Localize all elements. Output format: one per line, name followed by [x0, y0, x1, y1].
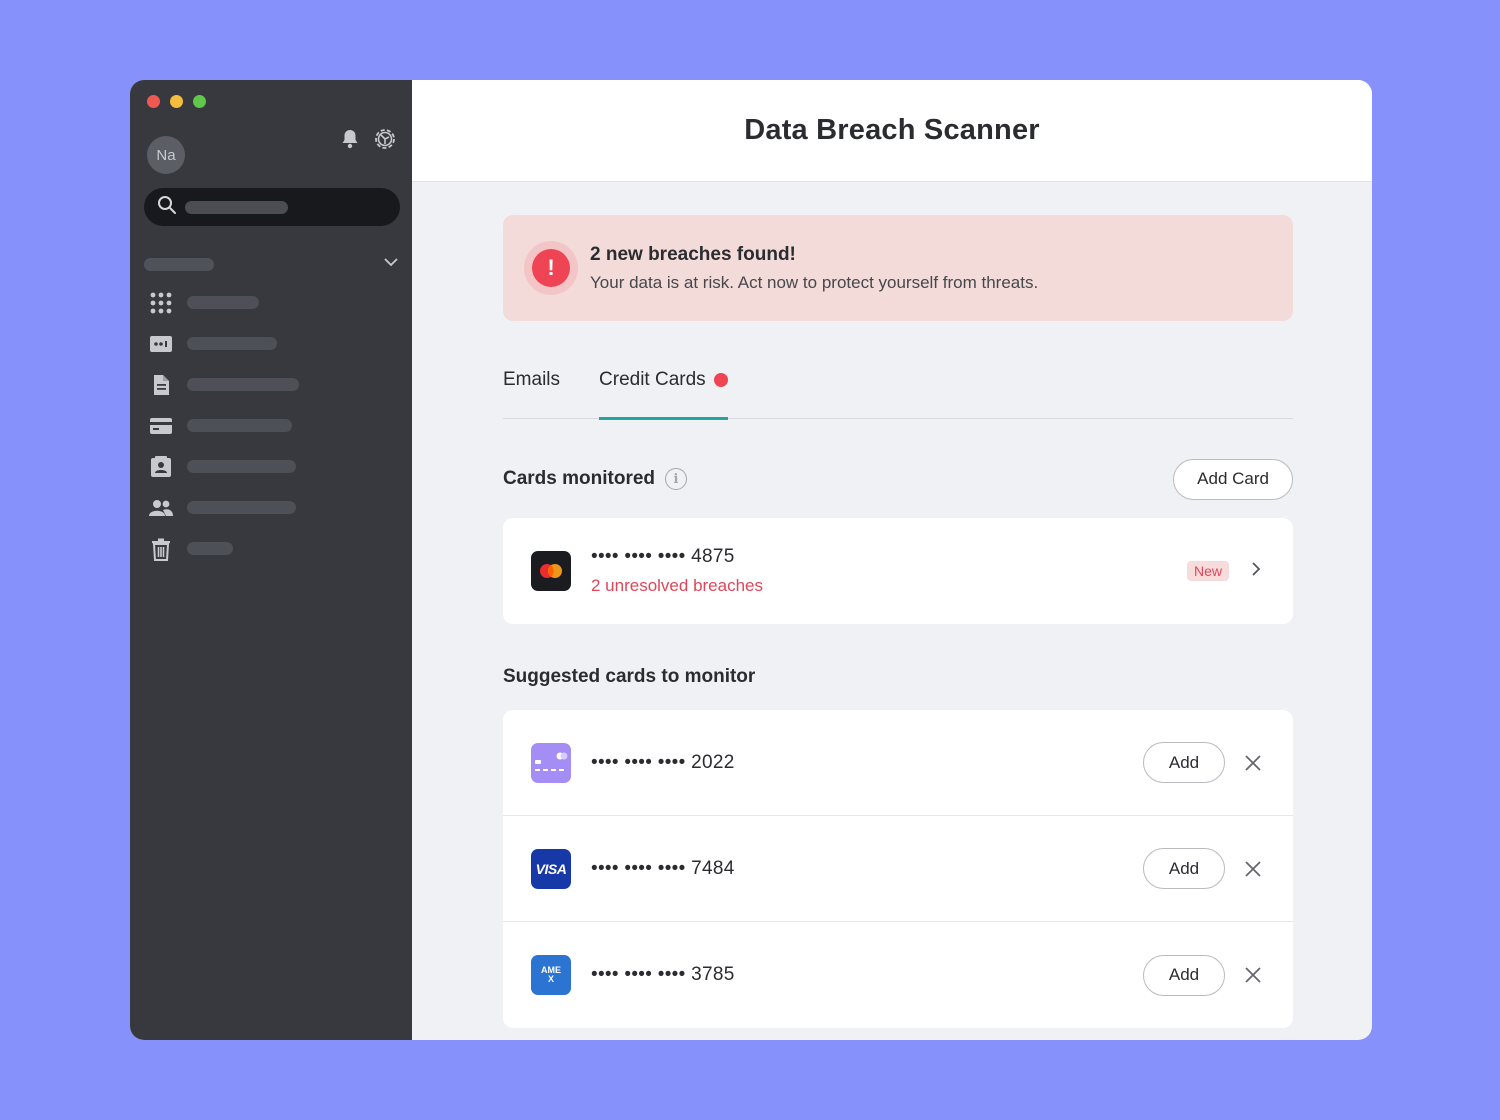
avatar-initials: Na: [156, 146, 176, 164]
sidebar: Na: [130, 80, 412, 1040]
sidebar-item-label-placeholder: [187, 501, 296, 514]
breach-status: 2 unresolved breaches: [591, 576, 764, 595]
sidebar-item-label-placeholder: [187, 419, 292, 432]
generic-card-logo-icon: [531, 742, 571, 783]
card-number: •••• •••• •••• 3785: [591, 964, 735, 985]
mastercard-logo-icon: [531, 551, 571, 591]
id-card-icon: [148, 331, 174, 357]
page-title: Data Breach Scanner: [744, 114, 1040, 146]
chevron-down-icon[interactable]: [382, 253, 400, 276]
search-placeholder-bar: [185, 200, 288, 214]
sidebar-item-label-placeholder: [187, 296, 259, 309]
chevron-right-icon[interactable]: [1249, 560, 1263, 583]
sidebar-item-identities[interactable]: [148, 446, 398, 487]
credit-card-icon: [148, 413, 174, 439]
section-title: Cards monitored i: [503, 468, 688, 490]
sidebar-item-label-placeholder: [187, 542, 233, 555]
sidebar-item-trash[interactable]: [148, 528, 398, 569]
trash-icon: [148, 536, 174, 562]
list-item: •••• •••• •••• 2022 Add: [503, 710, 1293, 816]
sidebar-top-icons: [338, 126, 398, 152]
close-icon[interactable]: [1243, 965, 1263, 985]
sidebar-item-payment-cards[interactable]: [148, 405, 398, 446]
search-input[interactable]: [144, 188, 400, 226]
app-window: Na Data Breach Scanner ! 2 new breaches …: [130, 80, 1372, 1040]
sidebar-item-label-placeholder: [187, 337, 277, 350]
cards-monitored-title: Cards monitored: [503, 468, 656, 489]
add-card-button[interactable]: Add Card: [1173, 458, 1293, 500]
alert-title: 2 new breaches found!: [590, 243, 796, 265]
grid-icon: [148, 290, 174, 316]
bell-icon[interactable]: [338, 127, 362, 151]
list-item: VISA •••• •••• •••• 7484 Add: [503, 816, 1293, 922]
sidebar-item-label-placeholder: [187, 460, 296, 473]
amex-logo-text: AMEX: [541, 965, 561, 984]
maximize-window-button[interactable]: [193, 95, 206, 108]
visa-logo-icon: VISA: [531, 848, 571, 889]
suggested-cards-title: Suggested cards to monitor: [503, 666, 756, 687]
tab-emails-label: Emails: [503, 369, 561, 390]
sidebar-item-sharing[interactable]: [148, 487, 398, 528]
page-header: Data Breach Scanner: [412, 80, 1372, 182]
card-number: •••• •••• •••• 7484: [591, 857, 735, 879]
list-item: AMEX •••• •••• •••• 3785 Add: [503, 922, 1293, 1028]
alert-exclamation: !: [532, 249, 570, 287]
add-button[interactable]: Add: [1143, 742, 1225, 783]
sidebar-item-notes[interactable]: [148, 364, 398, 405]
document-icon: [148, 372, 174, 398]
tab-emails[interactable]: Emails: [503, 359, 560, 419]
add-button[interactable]: Add: [1143, 848, 1225, 889]
notification-dot: [713, 373, 728, 387]
close-icon[interactable]: [1243, 859, 1263, 879]
card-number: •••• •••• •••• 2022: [591, 751, 735, 773]
add-button[interactable]: Add: [1143, 954, 1225, 996]
content: ! 2 new breaches found! Your data is at …: [503, 215, 1293, 1028]
amex-logo-icon: AMEX: [531, 955, 571, 995]
alert-text: Your data is at risk. Act now to protect…: [590, 272, 1039, 292]
new-badge: New: [1186, 561, 1229, 581]
monitored-card-row[interactable]: •••• •••• •••• 4875 2 unresolved breache…: [503, 518, 1293, 624]
visa-logo-text: VISA: [535, 860, 567, 877]
close-icon[interactable]: [1243, 753, 1263, 773]
close-window-button[interactable]: [147, 95, 160, 108]
tab-credit-cards[interactable]: Credit Cards: [599, 359, 728, 420]
tabs: Emails Credit Cards: [503, 359, 1293, 420]
breach-alert: ! 2 new breaches found! Your data is at …: [503, 215, 1293, 321]
sidebar-item-all[interactable]: [148, 282, 398, 323]
main-panel: Data Breach Scanner ! 2 new breaches fou…: [412, 80, 1372, 1040]
minimize-window-button[interactable]: [170, 95, 183, 108]
gear-icon[interactable]: [372, 126, 398, 152]
contact-icon: [148, 454, 174, 480]
card-number: •••• •••• •••• 4875: [591, 546, 735, 567]
suggested-cards-list: •••• •••• •••• 2022 Add VISA •••• •••• •…: [503, 710, 1293, 1028]
cards-monitored-header: Cards monitored i Add Card: [503, 458, 1293, 500]
sidebar-nav: [148, 282, 398, 569]
avatar[interactable]: Na: [147, 136, 185, 174]
sidebar-item-label-placeholder: [187, 378, 299, 391]
window-controls: [147, 95, 206, 108]
users-icon: [148, 495, 174, 521]
alert-icon: !: [524, 241, 578, 295]
sidebar-group-header[interactable]: [144, 256, 400, 272]
sidebar-item-passwords[interactable]: [148, 323, 398, 364]
tab-credit-cards-label: Credit Cards: [599, 369, 706, 390]
info-icon[interactable]: i: [665, 468, 688, 490]
search-icon: [157, 195, 177, 220]
group-label-placeholder: [144, 257, 214, 271]
